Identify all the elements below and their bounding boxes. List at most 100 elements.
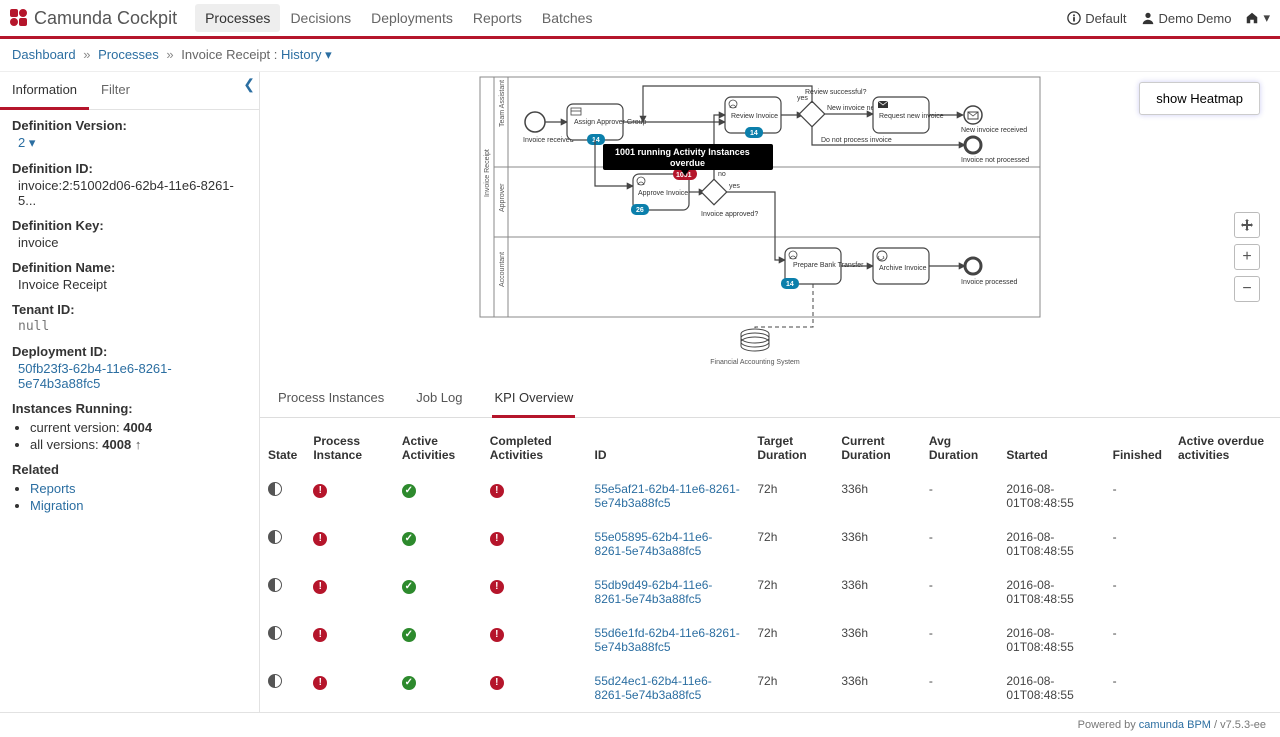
sidebar: ❮ Information Filter Definition Version:… <box>0 72 260 712</box>
svg-text:Invoice received: Invoice received <box>523 137 574 144</box>
svg-text:Do not process invoice: Do not process invoice <box>821 137 892 144</box>
svg-text:yes: yes <box>797 95 808 102</box>
home-menu[interactable]: ▾ <box>1245 10 1270 26</box>
tab-filter[interactable]: Filter <box>89 72 142 109</box>
tenant-id-label: Tenant ID: <box>12 302 247 317</box>
th-active-activities[interactable]: Active Activities <box>394 424 482 472</box>
def-version-dropdown[interactable]: 2 ▾ <box>18 135 35 150</box>
finished: - <box>1105 520 1170 568</box>
def-key-label: Definition Key: <box>12 218 247 233</box>
user-menu[interactable]: Demo Demo <box>1141 11 1232 26</box>
active-overdue <box>1170 616 1280 664</box>
instance-id-link[interactable]: 55e5af21-62b4-11e6-8261-5e74b3a88fc5 <box>595 482 740 510</box>
nav-reports[interactable]: Reports <box>463 4 532 32</box>
state-running-icon <box>268 578 282 592</box>
tab-job-log[interactable]: Job Log <box>414 380 464 417</box>
target-duration: 72h <box>749 568 833 616</box>
topbar: Camunda Cockpit Processes Decisions Depl… <box>0 0 1280 39</box>
nav-decisions[interactable]: Decisions <box>280 4 361 32</box>
nav-processes[interactable]: Processes <box>195 4 280 32</box>
active-ok-icon: ✓ <box>402 532 416 546</box>
th-state[interactable]: State <box>260 424 305 472</box>
started: 2016-08-01T08:48:55 <box>998 568 1104 616</box>
th-id[interactable]: ID <box>587 424 750 472</box>
svg-text:Invoice not processed: Invoice not processed <box>961 157 1029 164</box>
th-started[interactable]: Started <box>998 424 1104 472</box>
started: 2016-08-01T08:48:55 <box>998 616 1104 664</box>
crumb-processes[interactable]: Processes <box>98 47 159 62</box>
reset-view-button[interactable] <box>1234 212 1260 238</box>
zoom-out-button[interactable]: − <box>1234 276 1260 302</box>
table-row: !✓!55e5af21-62b4-11e6-8261-5e74b3a88fc57… <box>260 472 1280 520</box>
footer-product-link[interactable]: camunda BPM <box>1139 719 1211 731</box>
svg-text:Review Invoice: Review Invoice <box>731 113 778 120</box>
completed-overdue-icon: ! <box>490 484 504 498</box>
crumb-dashboard[interactable]: Dashboard <box>12 47 76 62</box>
related-migration-link[interactable]: Migration <box>30 498 83 513</box>
instance-overdue-icon: ! <box>313 484 327 498</box>
instance-id-link[interactable]: 55e05895-62b4-11e6-8261-5e74b3a88fc5 <box>595 530 713 558</box>
th-active-overdue[interactable]: Active overdue activities <box>1170 424 1280 472</box>
tab-information[interactable]: Information <box>0 72 89 110</box>
target-duration: 72h <box>749 616 833 664</box>
svg-text:New invoice received: New invoice received <box>961 127 1027 134</box>
th-target-duration[interactable]: Target Duration <box>749 424 833 472</box>
completed-overdue-icon: ! <box>490 676 504 690</box>
def-id-value: invoice:2:51002d06-62b4-11e6-8261-5... <box>12 178 247 208</box>
finished: - <box>1105 472 1170 520</box>
brand: Camunda Cockpit <box>10 8 177 29</box>
finished: - <box>1105 616 1170 664</box>
def-key-value: invoice <box>12 235 247 250</box>
svg-text:Invoice approved?: Invoice approved? <box>701 211 758 218</box>
avg-duration: - <box>921 520 999 568</box>
svg-text:14: 14 <box>592 137 600 144</box>
completed-overdue-icon: ! <box>490 532 504 546</box>
completed-overdue-icon: ! <box>490 628 504 642</box>
zoom-in-button[interactable]: + <box>1234 244 1260 270</box>
target-duration: 72h <box>749 664 833 712</box>
instance-id-link[interactable]: 55db9d49-62b4-11e6-8261-5e74b3a88fc5 <box>595 578 713 606</box>
instances-all: all versions: 4008 ↑ <box>30 437 247 452</box>
org-switcher[interactable]: Default <box>1067 11 1126 26</box>
brand-icon <box>10 9 28 27</box>
instance-overdue-icon: ! <box>313 580 327 594</box>
avg-duration: - <box>921 664 999 712</box>
table-row: !✓!55db9d49-62b4-11e6-8261-5e74b3a88fc57… <box>260 568 1280 616</box>
active-overdue <box>1170 664 1280 712</box>
target-duration: 72h <box>749 472 833 520</box>
tab-process-instances[interactable]: Process Instances <box>276 380 386 417</box>
topbar-right: Default Demo Demo ▾ <box>1067 10 1270 26</box>
instance-id-link[interactable]: 55d24ec1-62b4-11e6-8261-5e74b3a88fc5 <box>595 674 712 702</box>
th-avg-duration[interactable]: Avg Duration <box>921 424 999 472</box>
started: 2016-08-01T08:48:55 <box>998 472 1104 520</box>
th-process-instance[interactable]: Process Instance <box>305 424 394 472</box>
caret-down-icon: ▾ <box>1263 10 1270 26</box>
active-overdue <box>1170 472 1280 520</box>
state-running-icon <box>268 626 282 640</box>
th-current-duration[interactable]: Current Duration <box>833 424 921 472</box>
svg-text:yes: yes <box>729 183 740 190</box>
arrow-up-icon[interactable]: ↑ <box>135 437 142 452</box>
th-completed-activities[interactable]: Completed Activities <box>482 424 587 472</box>
started: 2016-08-01T08:48:55 <box>998 664 1104 712</box>
current-duration: 336h <box>833 664 921 712</box>
related-reports-link[interactable]: Reports <box>30 481 76 496</box>
th-finished[interactable]: Finished <box>1105 424 1170 472</box>
crumb-sep: » <box>79 47 94 62</box>
tab-kpi-overview[interactable]: KPI Overview <box>492 380 575 418</box>
show-heatmap-button[interactable]: show Heatmap <box>1139 82 1260 115</box>
info-icon <box>1067 11 1081 25</box>
instance-id-link[interactable]: 55d6e1fd-62b4-11e6-8261-5e74b3a88fc5 <box>595 626 740 654</box>
svg-text:Team Assistant: Team Assistant <box>499 80 506 127</box>
current-duration: 336h <box>833 520 921 568</box>
avg-duration: - <box>921 568 999 616</box>
bpmn-diagram[interactable]: Invoice Receipt Team Assistant Approver … <box>475 72 1065 372</box>
crumb-view-dropdown[interactable]: History ▾ <box>281 47 332 62</box>
crumb-colon: : <box>274 47 281 62</box>
nav-deployments[interactable]: Deployments <box>361 4 463 32</box>
user-name: Demo Demo <box>1159 11 1232 26</box>
active-overdue <box>1170 568 1280 616</box>
nav-batches[interactable]: Batches <box>532 4 603 32</box>
deployment-id-link[interactable]: 50fb23f3-62b4-11e6-8261-5e74b3a88fc5 <box>18 361 172 391</box>
collapse-sidebar-icon[interactable]: ❮ <box>239 74 259 95</box>
